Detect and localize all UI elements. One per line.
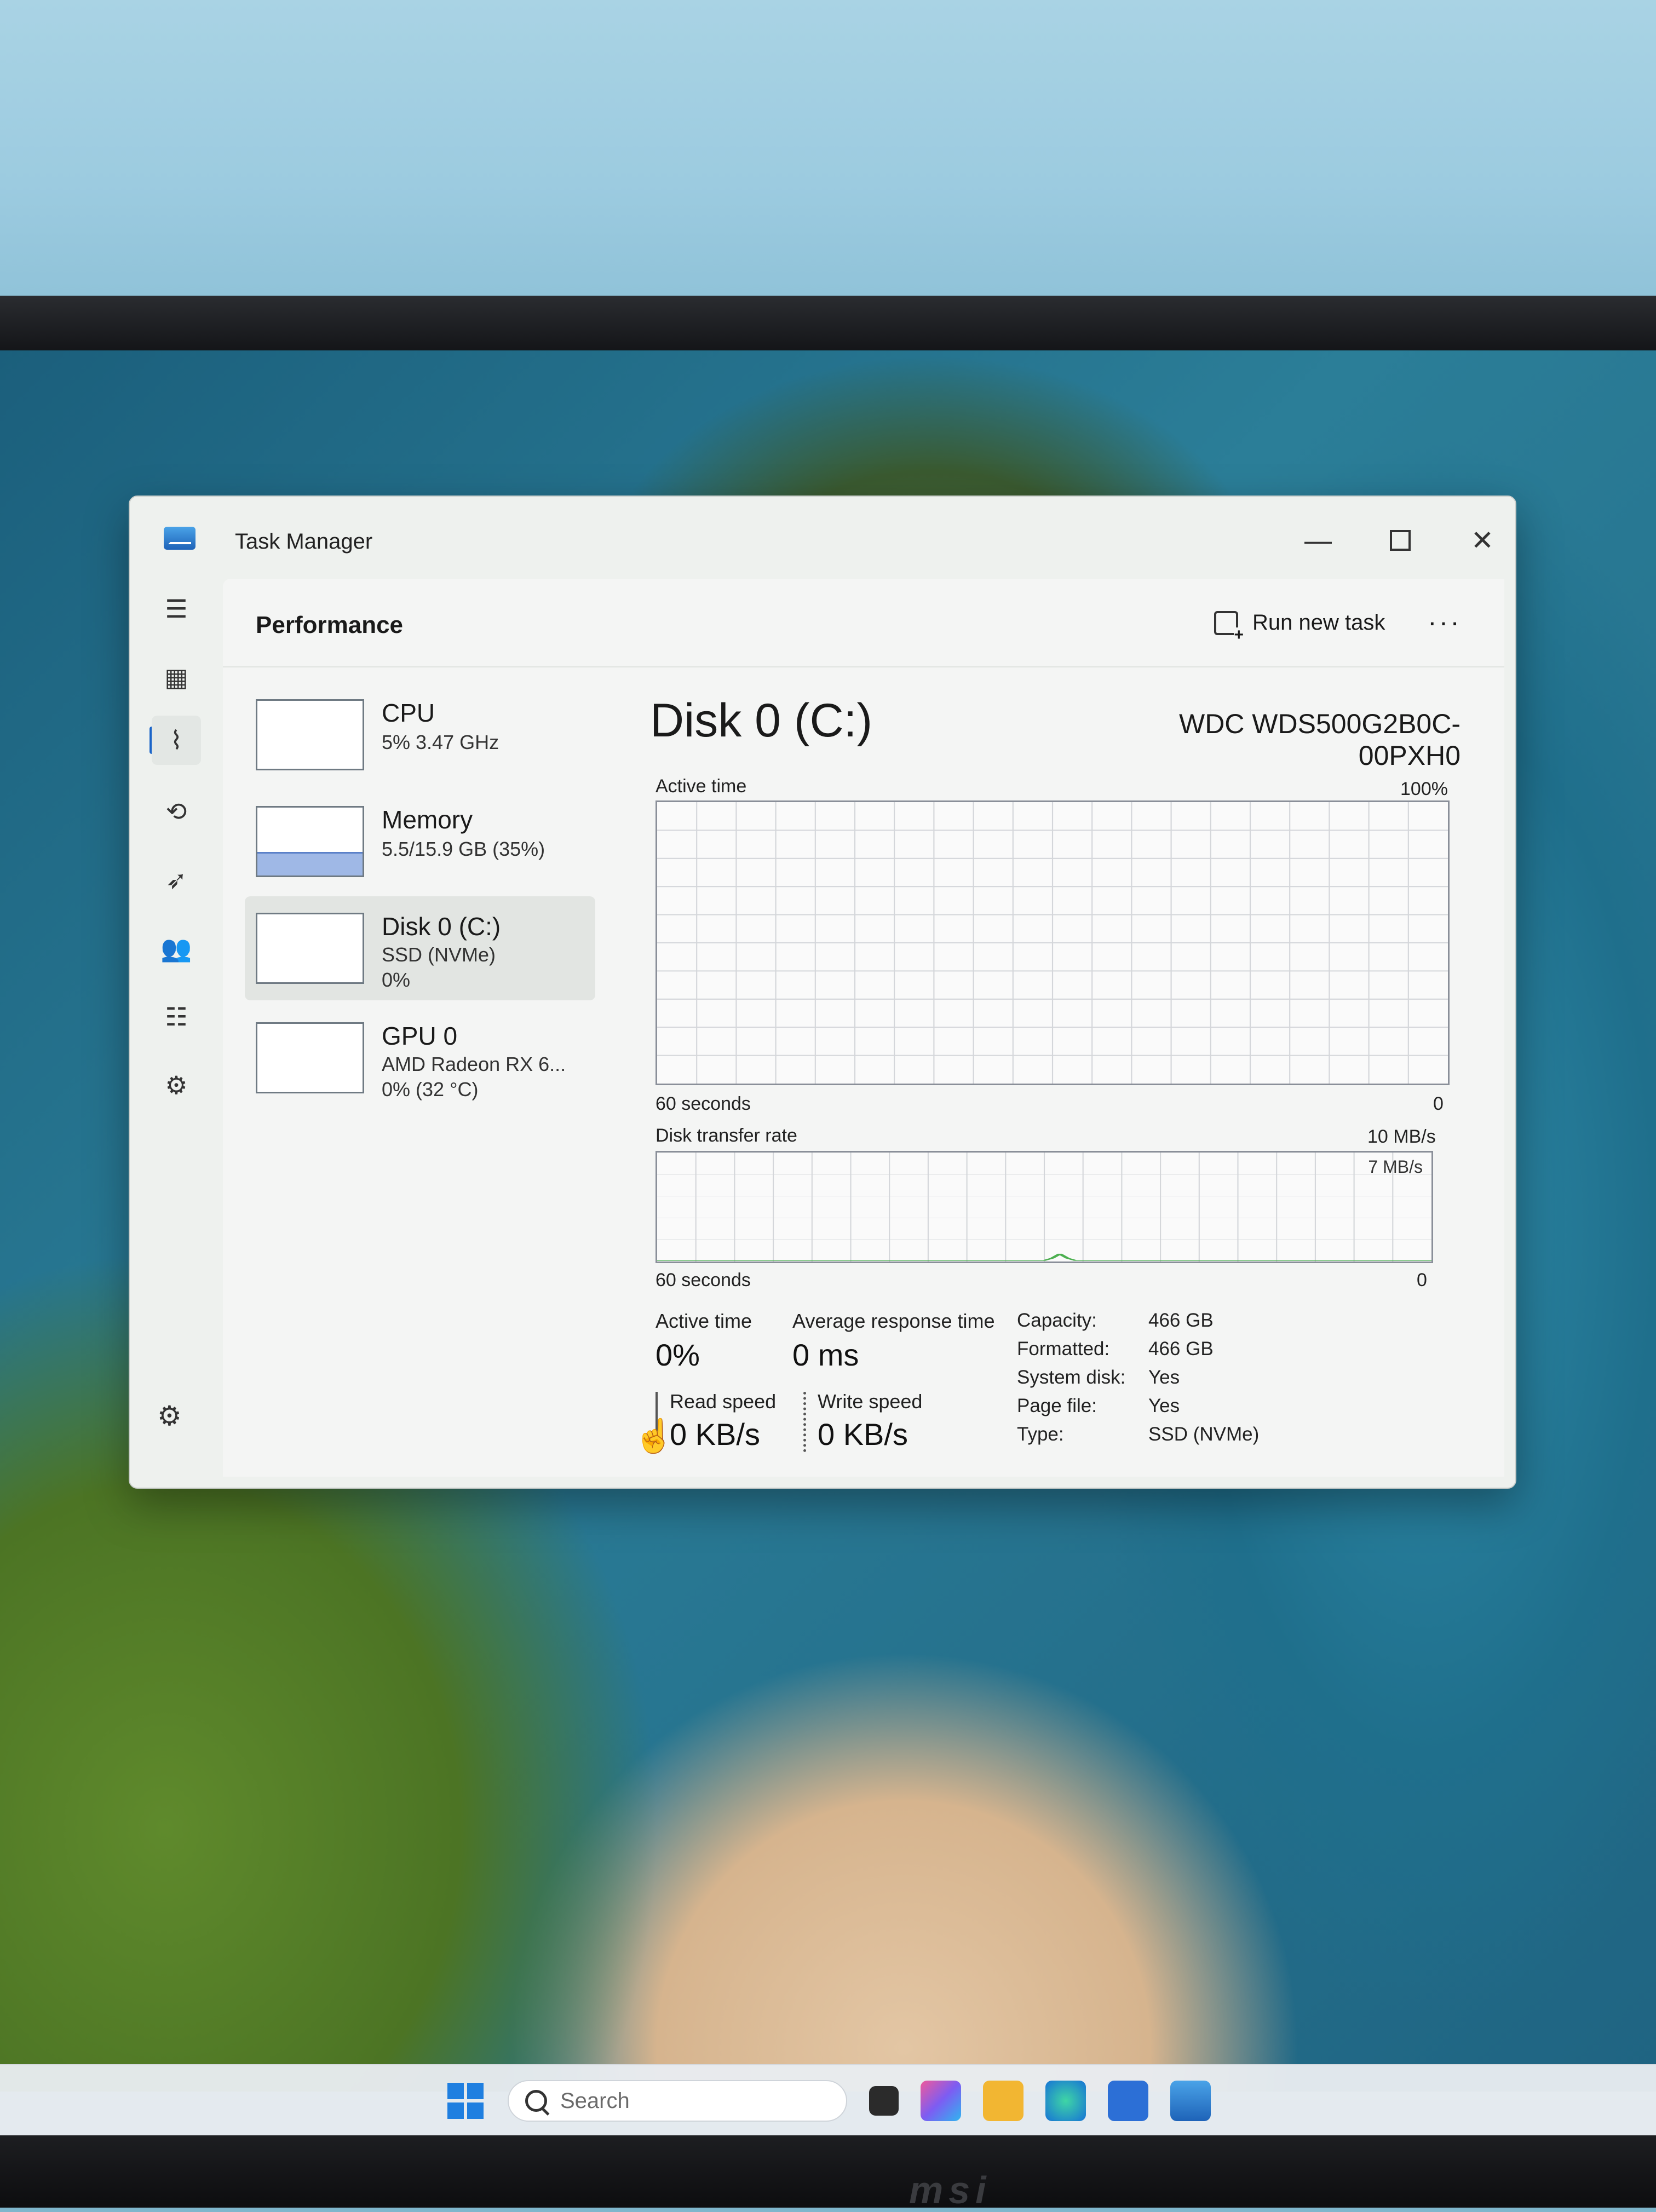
resource-disk-0[interactable]: Disk 0 (C:) SSD (NVMe) 0% (245, 896, 595, 1000)
gpu-thumbnail-graph (256, 1022, 364, 1093)
minimize-button[interactable]: — (1296, 519, 1340, 562)
performance-icon[interactable]: ⌇ (152, 716, 201, 765)
resource-name: Memory (382, 805, 473, 834)
monitor-bezel-top (0, 296, 1656, 356)
formatted-value: 466 GB (1148, 1338, 1214, 1360)
nav-sidebar: ☰ ▦ ⌇ ⟲ ➶ 👥 ☷ ⚙ ⚙ (130, 579, 223, 1488)
details-icon[interactable]: ☷ (152, 992, 201, 1041)
wall-background (0, 0, 1656, 307)
transfer-chart-min: 0 (1417, 1270, 1427, 1291)
hand-cursor-icon: ☝ (634, 1418, 675, 1454)
system-disk-value: Yes (1148, 1367, 1180, 1388)
copilot-icon[interactable] (921, 2081, 961, 2121)
resource-detail: SSD (NVMe) (382, 943, 496, 966)
task-manager-window: Task Manager — ✕ ☰ ▦ ⌇ ⟲ ➶ 👥 ☷ ⚙ ⚙ Perfo… (129, 496, 1516, 1489)
hamburger-icon[interactable]: ☰ (152, 584, 201, 633)
resource-detail: 5% 3.47 GHz (382, 731, 499, 753)
search-placeholder: Search (560, 2088, 630, 2113)
task-manager-app-icon (164, 527, 196, 550)
title-bar: Task Manager — ✕ (130, 497, 1515, 579)
page-file-value: Yes (1148, 1395, 1180, 1416)
page-file-key: Page file: (1017, 1395, 1097, 1416)
active-time-grid (657, 802, 1448, 1084)
settings-icon[interactable]: ⚙ (157, 1400, 182, 1432)
write-speed-legend-line (803, 1392, 806, 1452)
resource-usage: 0% (32 °C) (382, 1078, 479, 1101)
write-speed-value: 0 KB/s (818, 1417, 908, 1451)
transfer-rate-grid (657, 1153, 1431, 1261)
edge-browser-icon[interactable] (1045, 2081, 1086, 2121)
search-icon (525, 2090, 547, 2112)
resource-detail: AMD Radeon RX 6... (382, 1053, 566, 1075)
app-history-icon[interactable]: ⟲ (152, 787, 201, 836)
windows-logo-icon (447, 2083, 484, 2119)
formatted-key: Formatted: (1017, 1338, 1110, 1360)
resource-name: CPU (382, 699, 435, 727)
write-speed-label: Write speed (818, 1390, 923, 1413)
capacity-value: 466 GB (1148, 1310, 1214, 1331)
resource-gpu-0[interactable]: GPU 0 AMD Radeon RX 6... 0% (32 °C) (245, 1006, 595, 1110)
taskbar: Search (0, 2064, 1656, 2136)
window-title: Task Manager (235, 529, 373, 554)
monitor-bezel-bottom (0, 2135, 1656, 2208)
cpu-thumbnail-graph (256, 699, 364, 770)
close-button[interactable]: ✕ (1461, 519, 1504, 562)
active-time-chart-max: 100% (1400, 779, 1448, 799)
disk-model: WDC WDS500G2B0C-00PXH0 (1179, 708, 1461, 771)
avg-response-value: 0 ms (792, 1338, 859, 1372)
processes-icon[interactable]: ▦ (152, 653, 201, 702)
active-time-chart-label: Active time (656, 776, 747, 797)
task-manager-taskbar-icon[interactable] (1170, 2081, 1211, 2121)
resource-memory[interactable]: Memory 5.5/15.9 GB (35%) (245, 790, 595, 894)
active-time-chart-duration: 60 seconds (656, 1093, 751, 1114)
maximize-button[interactable] (1378, 519, 1422, 562)
transfer-chart-duration: 60 seconds (656, 1270, 751, 1291)
read-speed-label: Read speed (670, 1390, 777, 1413)
transfer-chart-inner-max: 7 MB/s (1368, 1157, 1423, 1177)
start-button[interactable] (445, 2081, 486, 2121)
more-options-button[interactable]: ··· (1428, 606, 1462, 638)
performance-page: Performance Run new task ··· CPU 5% 3.47… (223, 579, 1504, 1477)
memory-thumbnail-graph (256, 806, 364, 877)
run-new-task-button[interactable]: Run new task (1214, 610, 1385, 643)
transfer-chart-label: Disk transfer rate (656, 1125, 797, 1146)
system-disk-key: System disk: (1017, 1367, 1126, 1388)
active-time-value: 0% (656, 1338, 700, 1372)
page-header: Performance Run new task ··· (223, 579, 1504, 667)
capacity-key: Capacity: (1017, 1310, 1097, 1331)
avg-response-label: Average response time (792, 1310, 995, 1332)
type-key: Type: (1017, 1424, 1064, 1445)
microsoft-store-icon[interactable] (1108, 2081, 1148, 2121)
active-time-label: Active time (656, 1310, 752, 1332)
startup-apps-icon[interactable]: ➶ (152, 855, 201, 905)
users-icon[interactable]: 👥 (152, 924, 201, 973)
resource-detail: 5.5/15.9 GB (35%) (382, 838, 545, 860)
resource-name: Disk 0 (C:) (382, 912, 501, 941)
transfer-chart-max: 10 MB/s (1367, 1126, 1436, 1147)
file-explorer-icon[interactable] (983, 2081, 1024, 2121)
resource-cpu[interactable]: CPU 5% 3.47 GHz (245, 683, 595, 787)
active-time-chart (656, 800, 1450, 1085)
active-time-chart-min: 0 (1433, 1093, 1444, 1114)
monitor-brand-logo: msi (909, 2169, 992, 2211)
disk-thumbnail-graph (256, 913, 364, 984)
resource-usage: 0% (382, 969, 411, 991)
run-task-icon (1214, 610, 1244, 643)
taskbar-search[interactable]: Search (508, 2080, 847, 2122)
services-icon[interactable]: ⚙ (152, 1061, 201, 1110)
resource-name: GPU 0 (382, 1022, 458, 1050)
task-view-icon[interactable] (869, 2086, 899, 2116)
page-title: Performance (256, 612, 404, 638)
type-value: SSD (NVMe) (1148, 1424, 1260, 1445)
run-new-task-label: Run new task (1252, 610, 1385, 635)
transfer-rate-chart: 7 MB/s (656, 1151, 1433, 1263)
read-speed-value: 0 KB/s (670, 1417, 760, 1451)
maximize-icon (1390, 530, 1411, 551)
disk-title: Disk 0 (C:) (650, 694, 873, 747)
